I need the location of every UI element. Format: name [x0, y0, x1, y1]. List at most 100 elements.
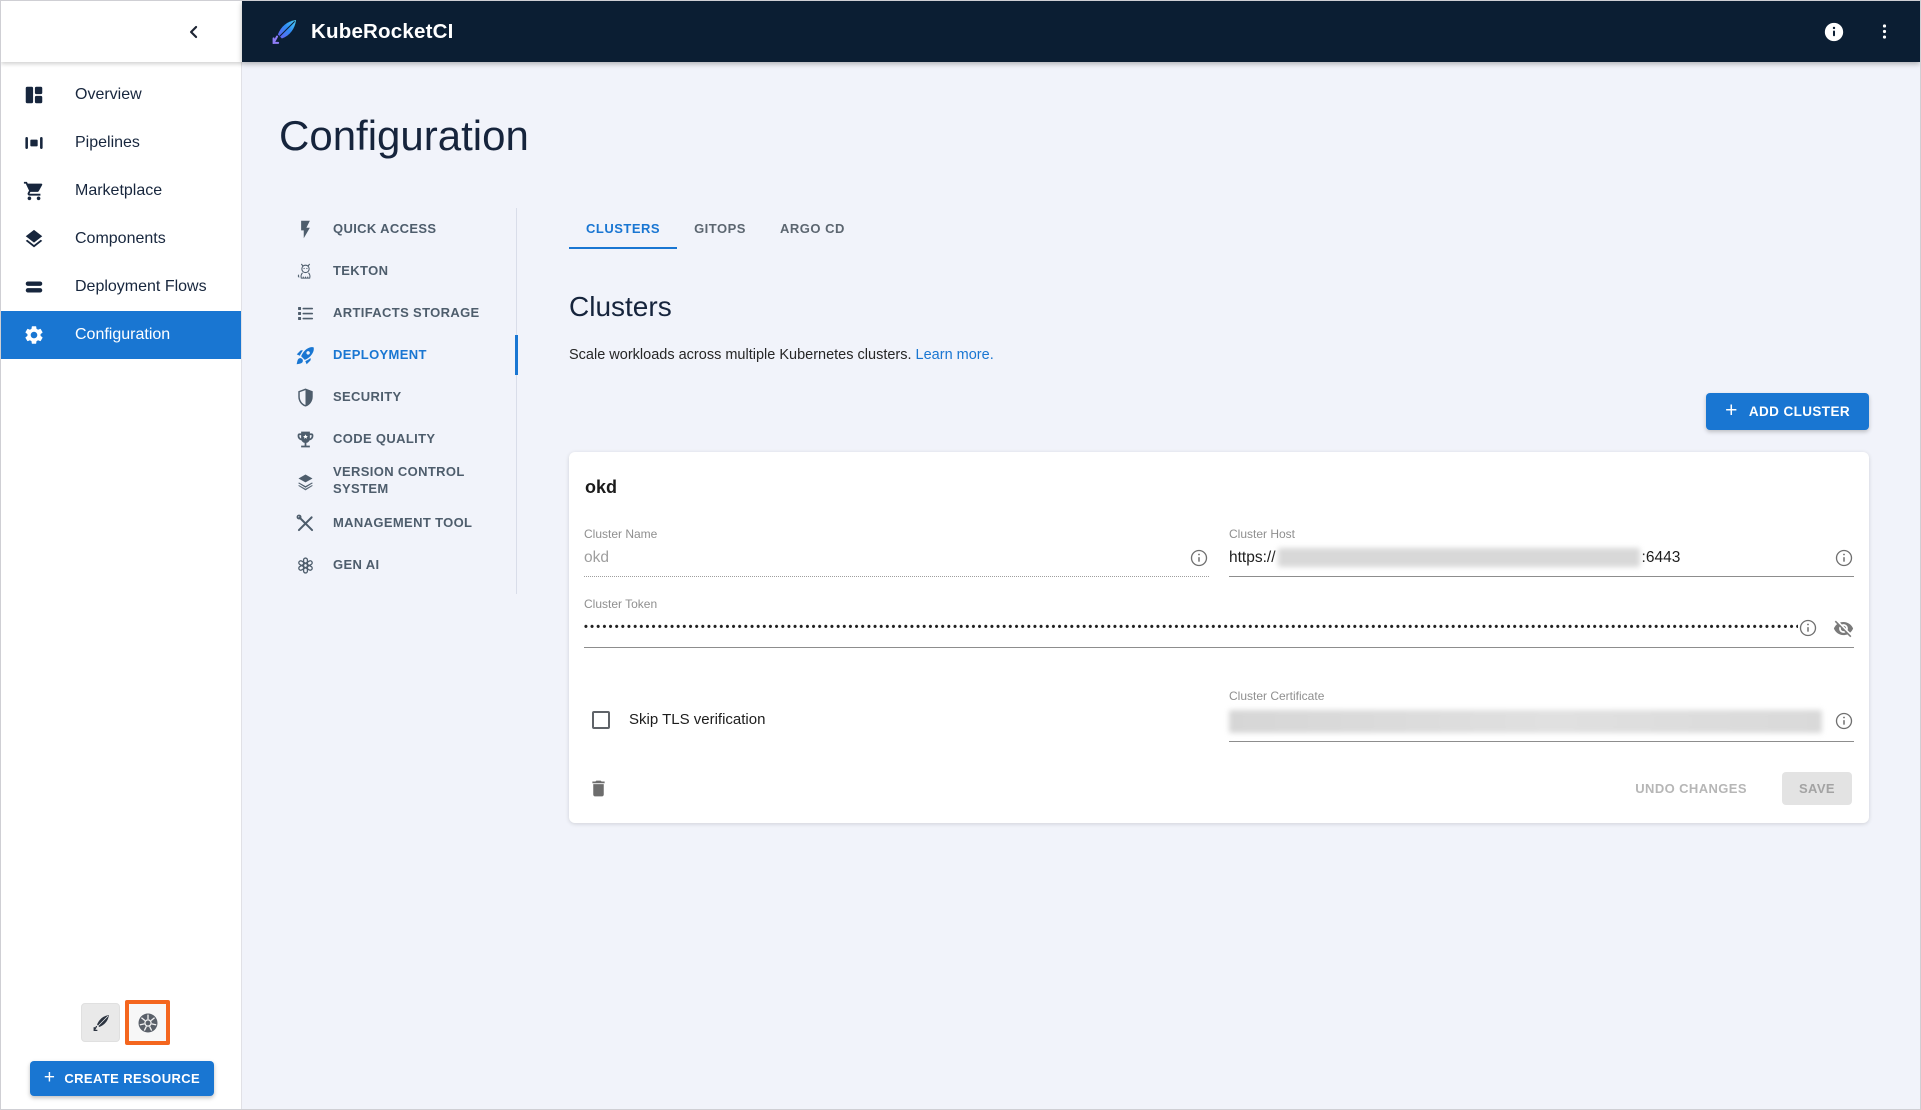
sidebar-header	[1, 1, 242, 62]
sidebar-item-pipelines[interactable]: Pipelines	[1, 119, 241, 167]
sidebar-item-components[interactable]: Components	[1, 215, 241, 263]
save-button[interactable]: SAVE	[1781, 771, 1852, 805]
kubernetes-icon	[136, 1011, 160, 1035]
undo-changes-button[interactable]: UNDO CHANGES	[1629, 780, 1753, 797]
learn-more-link[interactable]: Learn more.	[916, 347, 994, 363]
section-item-label: QUICK ACCESS	[333, 220, 437, 236]
cluster-card-okd: okd Cluster Name okd Cluster Host https:…	[569, 451, 1869, 823]
cluster-certificate-input[interactable]	[1229, 706, 1854, 742]
brand[interactable]: KubeRocketCI	[268, 16, 454, 48]
section-item-label: SECURITY	[333, 388, 402, 404]
section-item-label: DEPLOYMENT	[333, 346, 427, 362]
eye-off-icon	[1833, 618, 1854, 639]
add-cluster-button[interactable]: + ADD CLUSTER	[1706, 392, 1869, 430]
page-title: Configuration	[279, 112, 529, 159]
dashboard-icon	[23, 84, 45, 106]
sidebar-item-configuration[interactable]: Configuration	[1, 311, 241, 359]
gen-ai-icon	[295, 555, 316, 576]
sidebar-item-deployment-flows[interactable]: Deployment Flows	[1, 263, 241, 311]
trash-icon	[588, 778, 609, 799]
tools-icon	[295, 513, 316, 534]
cluster-token-masked-value: ••••••••••••••••••••••••••••••••••••••••…	[584, 621, 1798, 634]
configuration-section-nav: QUICK ACCESS TEKTON ARTIFACTS STORAGE DE…	[295, 208, 518, 595]
chevron-left-icon	[184, 22, 204, 42]
tab-clusters[interactable]: CLUSTERS	[569, 208, 678, 250]
info-button[interactable]	[1823, 21, 1845, 43]
cluster-name-input: okd	[584, 544, 1209, 577]
rocket-icon	[295, 345, 316, 366]
sidebar-item-label: Marketplace	[75, 182, 163, 199]
plus-icon: +	[1725, 398, 1738, 422]
sidebar-nav: Overview Pipelines Marketplace Component…	[1, 62, 241, 359]
brand-name: KubeRocketCI	[311, 19, 454, 43]
rocket-feather-logo-icon	[268, 16, 300, 48]
tekton-cat-icon	[295, 261, 316, 282]
cluster-host-info-button[interactable]	[1834, 548, 1854, 568]
cluster-name-field: Cluster Name okd	[584, 527, 1209, 577]
section-item-gen-ai[interactable]: GEN AI	[295, 544, 516, 586]
section-item-artifacts-storage[interactable]: ARTIFACTS STORAGE	[295, 292, 516, 334]
cluster-host-input[interactable]: https:// :6443	[1229, 544, 1854, 577]
section-item-label: MANAGEMENT TOOL	[333, 514, 473, 530]
cluster-name-value: okd	[584, 548, 609, 566]
section-item-code-quality[interactable]: CODE QUALITY	[295, 418, 516, 460]
shield-icon	[295, 387, 316, 408]
deployment-tab-content: CLUSTERS GITOPS ARGO CD Clusters Scale w…	[569, 208, 1920, 823]
create-resource-button[interactable]: + CREATE RESOURCE	[30, 1061, 214, 1096]
toggle-token-visibility-button[interactable]	[1833, 618, 1854, 639]
layers-icon	[23, 228, 45, 250]
cluster-token-input[interactable]: ••••••••••••••••••••••••••••••••••••••••…	[584, 614, 1854, 648]
sidebar-item-label: Pipelines	[75, 134, 140, 151]
info-outline-icon	[1834, 548, 1854, 568]
redacted-cluster-certificate-value	[1229, 709, 1822, 733]
sidebar-collapse-button[interactable]	[180, 18, 208, 46]
tab-argo-cd[interactable]: ARGO CD	[763, 208, 862, 249]
storage-icon	[295, 303, 316, 324]
kebab-menu-icon	[1875, 22, 1894, 41]
clusters-description: Scale workloads across multiple Kubernet…	[569, 347, 1869, 363]
lightning-icon	[295, 219, 316, 240]
main-content: Configuration QUICK ACCESS TEKTON ARTIFA…	[242, 62, 1920, 1109]
cluster-token-field: Cluster Token ••••••••••••••••••••••••••…	[584, 597, 1854, 648]
section-item-label: CODE QUALITY	[333, 430, 436, 446]
flows-icon	[23, 276, 45, 298]
kubernetes-theme-button[interactable]	[125, 1000, 170, 1045]
section-item-management-tool[interactable]: MANAGEMENT TOOL	[295, 502, 516, 544]
section-item-label: VERSION CONTROL SYSTEM	[333, 464, 465, 497]
section-item-version-control-system[interactable]: VERSION CONTROL SYSTEM	[295, 460, 516, 502]
sidebar-item-label: Overview	[75, 86, 142, 103]
section-item-tekton[interactable]: TEKTON	[295, 250, 516, 292]
redacted-cluster-host-value	[1277, 548, 1640, 568]
info-outline-icon	[1798, 618, 1818, 638]
cluster-token-info-button[interactable]	[1798, 618, 1818, 638]
sidebar-item-label: Configuration	[75, 326, 171, 343]
cart-icon	[23, 180, 45, 202]
section-item-security[interactable]: SECURITY	[295, 376, 516, 418]
section-item-label: GEN AI	[333, 556, 380, 572]
feather-icon	[90, 1012, 112, 1034]
cluster-host-field: Cluster Host https:// :6443	[1229, 527, 1854, 577]
section-item-label: TEKTON	[333, 262, 389, 278]
sidebar-item-overview[interactable]: Overview	[1, 71, 241, 119]
cluster-certificate-info-button[interactable]	[1834, 711, 1854, 731]
cluster-card-title: okd	[585, 476, 618, 497]
cluster-name-label: Cluster Name	[584, 526, 658, 541]
app-bar: KubeRocketCI	[242, 1, 1920, 62]
sidebar-item-marketplace[interactable]: Marketplace	[1, 167, 241, 215]
app-window: KubeRocketCI Overview Pipelines Marketpl…	[0, 0, 1921, 1110]
info-outline-icon	[1834, 711, 1854, 731]
feather-theme-button[interactable]	[81, 1003, 120, 1042]
cluster-host-suffix: :6443	[1641, 548, 1681, 566]
skip-tls-checkbox[interactable]	[592, 710, 610, 729]
sidebar: Overview Pipelines Marketplace Component…	[1, 62, 242, 1109]
cluster-token-label: Cluster Token	[584, 596, 658, 611]
sidebar-item-label: Deployment Flows	[75, 278, 207, 295]
tab-gitops[interactable]: GITOPS	[677, 208, 763, 249]
section-item-deployment[interactable]: DEPLOYMENT	[295, 334, 516, 376]
theme-toggle-group	[81, 1000, 170, 1045]
section-item-quick-access[interactable]: QUICK ACCESS	[295, 208, 516, 250]
more-menu-button[interactable]	[1875, 22, 1894, 41]
active-section-indicator	[515, 335, 518, 376]
cluster-name-info-button[interactable]	[1189, 548, 1209, 568]
delete-cluster-button[interactable]	[586, 776, 611, 801]
